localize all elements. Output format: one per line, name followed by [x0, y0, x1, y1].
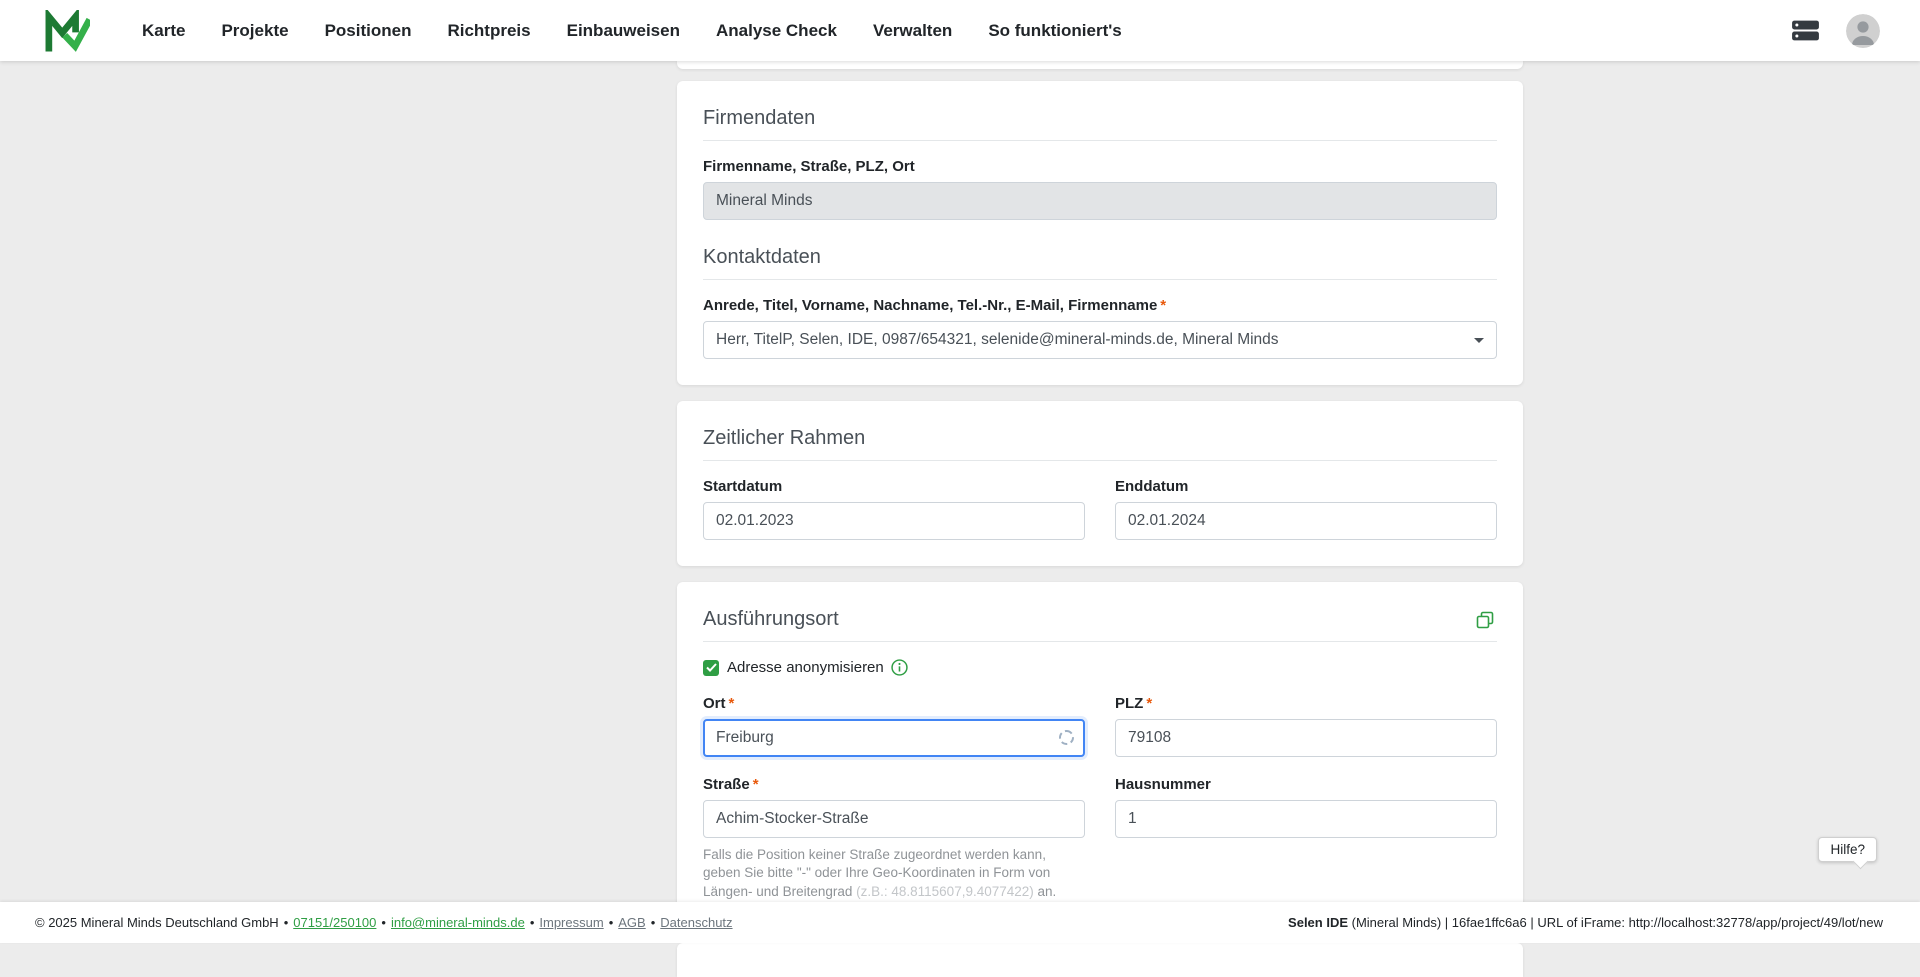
divider: [703, 460, 1497, 461]
strasse-input[interactable]: [703, 800, 1085, 838]
card-partial-bottom: [677, 943, 1523, 977]
card-zeitlicher-rahmen: Zeitlicher Rahmen Startdatum Enddatum: [677, 401, 1523, 566]
loading-spinner-icon: [1059, 730, 1074, 745]
required-mark: *: [729, 695, 735, 712]
startdatum-input[interactable]: [703, 502, 1085, 540]
nav-item-analyse-check[interactable]: Analyse Check: [698, 21, 855, 41]
company-label: Firmenname, Straße, PLZ, Ort: [703, 158, 1497, 175]
logo[interactable]: [44, 10, 90, 52]
main-content: Firmendaten Firmenname, Straße, PLZ, Ort…: [677, 61, 1523, 977]
enddatum-label: Enddatum: [1115, 478, 1497, 495]
hausnummer-label: Hausnummer: [1115, 776, 1497, 793]
navbar-right: [1791, 14, 1880, 48]
nav-item-karte[interactable]: Karte: [124, 21, 203, 41]
hausnummer-input[interactable]: [1115, 800, 1497, 838]
section-title-ausfuehrungsort: Ausführungsort: [703, 608, 839, 631]
footer: © 2025 Mineral Minds Deutschland GmbH • …: [0, 902, 1920, 943]
server-icon[interactable]: [1791, 20, 1820, 41]
enddatum-input[interactable]: [1115, 502, 1497, 540]
copy-button[interactable]: [1473, 608, 1497, 632]
hint-example: (z.B.: 48.8115607,9.4077422): [856, 884, 1034, 899]
nav-item-positionen[interactable]: Positionen: [307, 21, 430, 41]
required-mark: *: [753, 776, 759, 793]
plz-label: PLZ*: [1115, 695, 1497, 712]
nav-item-projekte[interactable]: Projekte: [203, 21, 306, 41]
email-link[interactable]: info@mineral-minds.de: [391, 915, 525, 930]
required-mark: *: [1160, 297, 1166, 314]
startdatum-label: Startdatum: [703, 478, 1085, 495]
copyright-text: © 2025 Mineral Minds Deutschland GmbH: [35, 915, 279, 930]
chevron-down-icon: [1474, 338, 1484, 343]
divider: [703, 140, 1497, 141]
nav-item-richtpreis[interactable]: Richtpreis: [429, 21, 548, 41]
strasse-hint: Falls die Position keiner Straße zugeord…: [703, 846, 1085, 901]
agb-link[interactable]: AGB: [618, 915, 645, 930]
user-avatar-icon[interactable]: [1846, 14, 1880, 48]
card-partial-top: [677, 61, 1523, 69]
logo-icon: [44, 10, 90, 52]
plz-input[interactable]: [1115, 719, 1497, 757]
section-title-firmendaten: Firmendaten: [703, 107, 1497, 130]
anonymize-label: Adresse anonymisieren: [727, 659, 884, 676]
strasse-label: Straße*: [703, 776, 1085, 793]
impressum-link[interactable]: Impressum: [539, 915, 603, 930]
company-input: [703, 182, 1497, 220]
navbar: Karte Projekte Positionen Richtpreis Ein…: [0, 0, 1920, 61]
section-title-kontaktdaten: Kontaktdaten: [703, 246, 1497, 269]
help-button[interactable]: Hilfe?: [1818, 837, 1877, 862]
main-nav: Karte Projekte Positionen Richtpreis Ein…: [124, 21, 1140, 41]
required-mark: *: [1146, 695, 1152, 712]
nav-item-einbauweisen[interactable]: Einbauweisen: [549, 21, 698, 41]
contact-select-value: Herr, TitelP, Selen, IDE, 0987/654321, s…: [716, 331, 1279, 349]
datenschutz-link[interactable]: Datenschutz: [660, 915, 732, 930]
footer-status-app: Selen IDE: [1288, 915, 1348, 930]
info-icon[interactable]: [891, 659, 908, 676]
ort-label: Ort*: [703, 695, 1085, 712]
section-title-zeitlicher-rahmen: Zeitlicher Rahmen: [703, 427, 1497, 450]
copy-icon: [1475, 610, 1495, 630]
ort-input[interactable]: [703, 719, 1085, 757]
nav-item-so-funktionierts[interactable]: So funktioniert's: [970, 21, 1139, 41]
phone-link[interactable]: 07151/250100: [293, 915, 376, 930]
footer-left: © 2025 Mineral Minds Deutschland GmbH • …: [35, 915, 733, 930]
footer-status-detail: (Mineral Minds) | 16fae1ffc6a6 | URL of …: [1348, 915, 1883, 930]
divider: [703, 641, 1497, 642]
anonymize-checkbox[interactable]: [703, 660, 719, 676]
card-ausfuehrungsort: Ausführungsort Adresse anonymisieren: [677, 582, 1523, 927]
contact-select[interactable]: Herr, TitelP, Selen, IDE, 0987/654321, s…: [703, 321, 1497, 359]
card-firmendaten: Firmendaten Firmenname, Straße, PLZ, Ort…: [677, 81, 1523, 385]
check-icon: [706, 663, 717, 672]
divider: [703, 279, 1497, 280]
nav-item-verwalten[interactable]: Verwalten: [855, 21, 970, 41]
contact-label: Anrede, Titel, Vorname, Nachname, Tel.-N…: [703, 297, 1497, 314]
footer-status: Selen IDE (Mineral Minds) | 16fae1ffc6a6…: [1288, 915, 1883, 930]
